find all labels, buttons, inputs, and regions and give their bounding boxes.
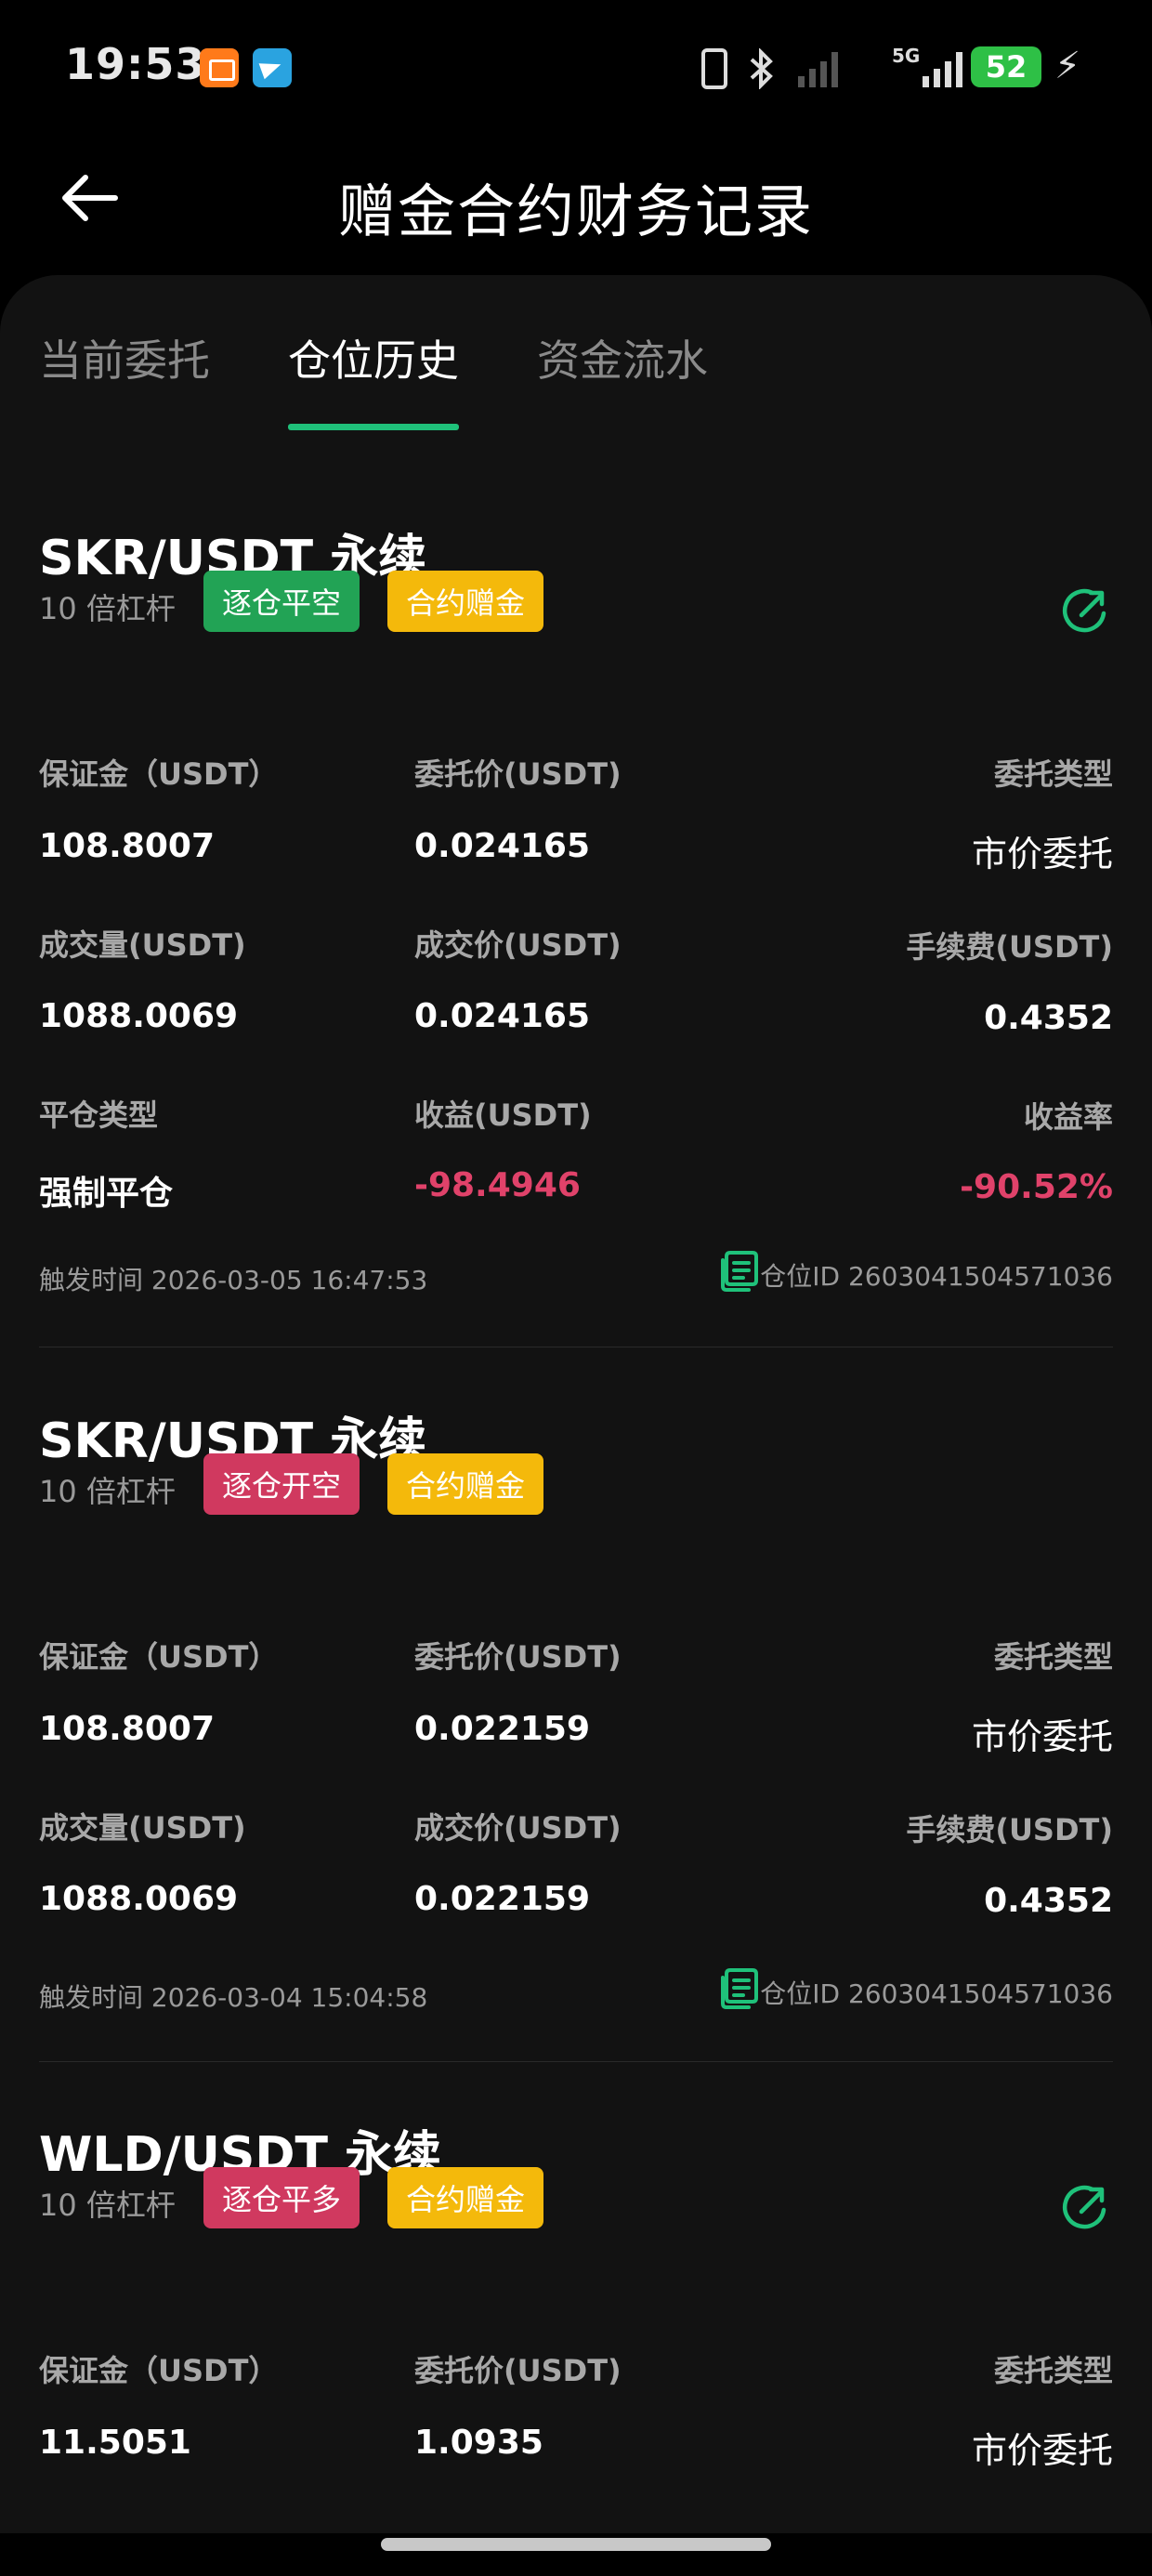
trigger-time: 触发时间 2026-03-04 15:04:58 bbox=[39, 1978, 427, 2015]
position-record: SKR/USDT 永续 10 倍杠杆 逐仓平空 合约赠金 保证金（USDT） 委… bbox=[39, 519, 1113, 1295]
volume-label: 成交量(USDT) bbox=[39, 1810, 246, 1846]
share-icon bbox=[1062, 588, 1106, 633]
pnl-label: 收益(USDT) bbox=[414, 1097, 592, 1133]
trigger-time-value: 2026-03-05 16:47:53 bbox=[151, 1265, 428, 1295]
position-id-value: 2603041504571036 bbox=[847, 1261, 1113, 1292]
order-type-label: 委托类型 bbox=[993, 1639, 1113, 1675]
volume-value: 1088.0069 bbox=[39, 1880, 239, 1918]
book-app-icon bbox=[200, 48, 239, 87]
deal-price-label: 成交价(USDT) bbox=[414, 1810, 622, 1846]
status-bar: 19:53 5G 52 ⚡ bbox=[0, 0, 1152, 135]
share-button[interactable] bbox=[1057, 584, 1113, 639]
signal-strong-icon bbox=[921, 48, 967, 89]
position-id-label: 仓位ID bbox=[760, 1978, 841, 2009]
bonus-tag: 合约赠金 bbox=[387, 571, 544, 632]
order-type-value: 市价委托 bbox=[971, 834, 1113, 874]
deal-price-value: 0.024165 bbox=[414, 997, 591, 1035]
volume-label: 成交量(USDT) bbox=[39, 927, 246, 963]
signal-weak-icon bbox=[796, 48, 843, 89]
fee-value: 0.4352 bbox=[984, 1882, 1113, 1920]
home-indicator[interactable] bbox=[381, 2538, 771, 2551]
copy-button[interactable] bbox=[719, 1249, 760, 1294]
share-button[interactable] bbox=[1057, 2180, 1113, 2236]
deal-price-label: 成交价(USDT) bbox=[414, 927, 622, 963]
order-price-value: 1.0935 bbox=[414, 2424, 543, 2462]
margin-label: 保证金（USDT） bbox=[39, 2353, 279, 2388]
fee-label: 手续费(USDT) bbox=[906, 929, 1113, 965]
margin-value: 108.8007 bbox=[39, 827, 216, 865]
tab-fund-flow[interactable]: 资金流水 bbox=[537, 327, 708, 388]
leverage: 10 倍杠杆 bbox=[39, 2188, 176, 2223]
bluetooth-icon bbox=[748, 48, 776, 89]
network-type: 5G bbox=[892, 45, 921, 67]
order-price-label: 委托价(USDT) bbox=[414, 1639, 622, 1675]
order-price-label: 委托价(USDT) bbox=[414, 756, 622, 792]
direction-tag: 逐仓平多 bbox=[203, 2167, 360, 2228]
leverage: 10 倍杠杆 bbox=[39, 1474, 176, 1509]
active-tab-indicator bbox=[288, 424, 459, 430]
volume-value: 1088.0069 bbox=[39, 997, 239, 1035]
margin-label: 保证金（USDT） bbox=[39, 756, 279, 792]
order-type-label: 委托类型 bbox=[993, 2353, 1113, 2388]
system-icons bbox=[701, 45, 967, 93]
margin-label: 保证金（USDT） bbox=[39, 1639, 279, 1675]
close-type-label: 平仓类型 bbox=[39, 1097, 159, 1133]
content-panel: 当前委托 仓位历史 资金流水 SKR/USDT 永续 10 倍杠杆 逐仓平空 合… bbox=[0, 275, 1152, 2533]
order-price-value: 0.022159 bbox=[414, 1710, 591, 1748]
pnl-rate-label: 收益率 bbox=[1023, 1099, 1113, 1135]
vibrate-icon bbox=[701, 48, 727, 89]
trigger-time-label: 触发时间 bbox=[39, 1982, 144, 2013]
order-price-label: 委托价(USDT) bbox=[414, 2353, 622, 2388]
margin-value: 11.5051 bbox=[39, 2424, 191, 2462]
pnl-rate-value: -90.52% bbox=[960, 1168, 1113, 1206]
share-icon bbox=[1062, 2185, 1106, 2229]
charging-icon: ⚡ bbox=[1054, 45, 1081, 87]
order-type-value: 市价委托 bbox=[971, 1716, 1113, 1757]
position-record: SKR/USDT 永续 10 倍杠杆 逐仓开空 合约赠金 保证金（USDT） 委… bbox=[39, 1401, 1113, 2013]
close-type-value: 强制平仓 bbox=[39, 1175, 174, 1213]
direction-tag: 逐仓平空 bbox=[203, 571, 360, 632]
position-id-label: 仓位ID bbox=[760, 1261, 841, 1292]
telegram-icon bbox=[253, 48, 292, 87]
deal-price-value: 0.022159 bbox=[414, 1880, 591, 1918]
app-header: 赠金合约财务记录 bbox=[0, 135, 1152, 274]
tab-bar: 当前委托 仓位历史 资金流水 bbox=[0, 275, 1152, 433]
trigger-time-label: 触发时间 bbox=[39, 1265, 144, 1295]
tab-position-history[interactable]: 仓位历史 bbox=[288, 327, 459, 388]
bonus-tag: 合约赠金 bbox=[387, 2167, 544, 2228]
trigger-time-value: 2026-03-04 15:04:58 bbox=[151, 1982, 428, 2013]
position-id: 仓位ID 2603041504571036 bbox=[760, 1974, 1113, 2011]
fee-value: 0.4352 bbox=[984, 999, 1113, 1037]
bonus-tag: 合约赠金 bbox=[387, 1453, 544, 1515]
margin-value: 108.8007 bbox=[39, 1710, 216, 1748]
page-title: 赠金合约财务记录 bbox=[337, 177, 814, 245]
copy-icon bbox=[721, 1968, 758, 2009]
position-id: 仓位ID 2603041504571036 bbox=[760, 1256, 1113, 1294]
copy-button[interactable] bbox=[719, 1966, 760, 2011]
fee-label: 手续费(USDT) bbox=[906, 1812, 1113, 1847]
clock: 19:53 bbox=[65, 39, 206, 89]
leverage: 10 倍杠杆 bbox=[39, 591, 176, 626]
position-record: WLD/USDT 永续 10 倍杠杆 逐仓平多 合约赠金 保证金（USDT） 委… bbox=[39, 2115, 1113, 2505]
position-id-value: 2603041504571036 bbox=[847, 1978, 1113, 2009]
tab-current-orders[interactable]: 当前委托 bbox=[39, 327, 210, 388]
order-type-value: 市价委托 bbox=[971, 2430, 1113, 2471]
copy-icon bbox=[721, 1251, 758, 1292]
trigger-time: 触发时间 2026-03-05 16:47:53 bbox=[39, 1260, 427, 1297]
order-type-label: 委托类型 bbox=[993, 756, 1113, 792]
battery-icon: 52 bbox=[971, 46, 1041, 87]
order-price-value: 0.024165 bbox=[414, 827, 591, 865]
pnl-value: -98.4946 bbox=[414, 1166, 581, 1204]
direction-tag: 逐仓开空 bbox=[203, 1453, 360, 1515]
record-divider bbox=[39, 2061, 1113, 2062]
